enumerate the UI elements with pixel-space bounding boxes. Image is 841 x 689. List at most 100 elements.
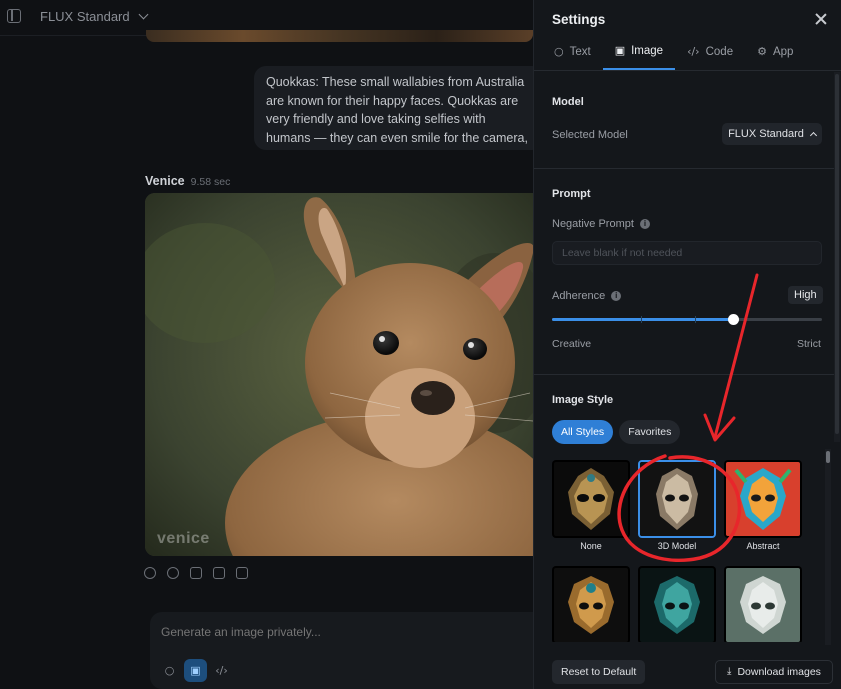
tab-label: Image — [631, 44, 664, 57]
negative-prompt-label-text: Negative Prompt — [552, 218, 634, 230]
style-card[interactable] — [638, 566, 716, 642]
prompt-input[interactable] — [161, 625, 521, 639]
tab-app[interactable]: ⚙ App — [745, 33, 805, 70]
style-thumbnail — [552, 460, 630, 538]
adherence-slider-fill — [552, 318, 733, 321]
info-icon[interactable]: i — [639, 219, 650, 229]
code-icon: ‹/› — [215, 664, 228, 677]
image-icon: ▣ — [614, 44, 626, 57]
slider-tick — [641, 316, 643, 323]
quokka-illustration — [145, 193, 533, 556]
tab-image[interactable]: ▣ Image — [602, 33, 676, 70]
slider-min-label: Creative — [552, 338, 592, 350]
chat-bubble-icon: ○ — [554, 45, 564, 58]
chevron-down-icon — [138, 9, 149, 20]
style-thumbnail — [552, 566, 630, 642]
prompt-section-title: Prompt — [552, 188, 591, 200]
bot-name: Venice — [145, 174, 185, 188]
mask-image — [726, 462, 800, 536]
image-actions — [144, 567, 248, 579]
adherence-label: Adherence i — [552, 290, 622, 302]
tabs-divider — [534, 70, 841, 71]
style-thumbnail — [638, 566, 716, 642]
section-divider — [534, 168, 834, 169]
panel-title: Settings — [552, 12, 606, 27]
section-divider — [534, 374, 834, 375]
style-thumbnail — [724, 566, 802, 642]
mask-image — [554, 568, 628, 642]
bot-message-header: Venice 9.58 sec — [145, 174, 230, 188]
style-grid-scrollbar[interactable] — [825, 449, 831, 645]
style-card[interactable] — [724, 566, 802, 642]
sidebar-toggle-icon[interactable] — [7, 9, 21, 23]
reset-to-default-button[interactable]: Reset to Default — [552, 660, 646, 684]
composer-mode-tools: ○ ▣ ‹/› — [158, 659, 233, 682]
style-name: None — [580, 541, 602, 551]
style-thumbnail — [638, 460, 716, 538]
generated-image[interactable] — [145, 193, 533, 556]
close-icon[interactable] — [814, 12, 828, 26]
mask-image — [640, 568, 714, 642]
style-card-3d-model[interactable]: 3D Model — [638, 460, 716, 551]
adherence-slider[interactable] — [552, 314, 822, 325]
text-mode-button[interactable]: ○ — [158, 659, 181, 682]
download-images-button[interactable]: ⤓ Download images — [715, 660, 833, 684]
adherence-value-badge: High — [788, 286, 823, 304]
user-message: Quokkas: These small wallabies from Aust… — [254, 66, 544, 150]
image-icon: ▣ — [190, 664, 201, 677]
tab-label: Text — [569, 45, 591, 58]
tab-label: App — [772, 45, 794, 58]
model-select[interactable]: FLUX Standard — [722, 123, 822, 145]
model-switcher[interactable]: FLUX Standard — [40, 9, 149, 24]
chevron-up-icon — [809, 131, 817, 140]
style-name: 3D Model — [657, 541, 697, 551]
image-style-section-title: Image Style — [552, 394, 614, 406]
settings-panel: Settings ○ Text ▣ Image ‹/› Code ⚙ App M… — [533, 0, 841, 689]
info-icon[interactable]: i — [611, 291, 622, 301]
download-icon: ⤓ — [727, 666, 732, 677]
tab-label: Code — [705, 45, 734, 58]
code-icon: ‹/› — [687, 45, 700, 58]
mask-image — [640, 462, 714, 536]
download-images-label: Download images — [737, 666, 821, 678]
slider-tick — [695, 316, 697, 323]
previous-image — [146, 30, 533, 42]
style-card[interactable] — [552, 566, 630, 642]
settings-tabs: ○ Text ▣ Image ‹/› Code ⚙ App — [542, 33, 805, 70]
code-mode-button[interactable]: ‹/› — [210, 659, 233, 682]
response-time: 9.58 sec — [190, 176, 231, 188]
negative-prompt-label: Negative Prompt i — [552, 218, 650, 230]
style-name: Abstract — [746, 541, 780, 551]
model-switcher-label: FLUX Standard — [40, 9, 130, 24]
user-message-text: Quokkas: These small wallabies from Aust… — [266, 75, 528, 150]
adherence-slider-thumb[interactable] — [727, 314, 739, 325]
style-card-none[interactable]: None — [552, 460, 630, 551]
slider-max-label: Strict — [797, 338, 821, 350]
panel-scrollbar-thumb[interactable] — [835, 74, 839, 434]
chat-bubble-icon: ○ — [164, 664, 175, 677]
regenerate-icon[interactable] — [144, 567, 156, 579]
filter-favorites[interactable]: Favorites — [619, 420, 681, 444]
style-grid-scrollbar-thumb[interactable] — [826, 451, 830, 463]
selected-model-label-text: Selected Model — [552, 129, 628, 141]
style-grid: None 3D Model Abstract — [552, 460, 814, 642]
trash-icon[interactable] — [236, 567, 248, 579]
image-mode-button[interactable]: ▣ — [184, 659, 207, 682]
tab-text[interactable]: ○ Text — [542, 33, 603, 70]
mask-image — [554, 462, 628, 536]
download-icon[interactable] — [190, 567, 202, 579]
mask-image — [726, 568, 800, 642]
style-filter-row: All Styles Favorites — [552, 420, 681, 444]
watermark: venice — [157, 530, 210, 547]
info-icon[interactable] — [167, 567, 179, 579]
adherence-label-text: Adherence — [552, 290, 606, 302]
gear-icon: ⚙ — [757, 45, 767, 58]
style-card-abstract[interactable]: Abstract — [724, 460, 802, 551]
negative-prompt-input[interactable] — [552, 241, 822, 265]
model-select-value: FLUX Standard — [728, 128, 804, 140]
tab-code[interactable]: ‹/› Code — [675, 33, 745, 70]
expand-icon[interactable] — [213, 567, 225, 579]
filter-all-styles[interactable]: All Styles — [552, 420, 614, 444]
selected-model-label: Selected Model — [552, 129, 628, 141]
model-section-title: Model — [552, 96, 584, 108]
